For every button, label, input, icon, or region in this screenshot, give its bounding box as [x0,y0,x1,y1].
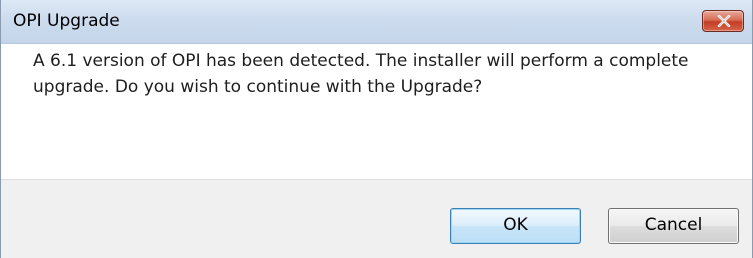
close-x-icon [717,15,731,27]
message-line-1: A 6.1 version of OPI has been detected. … [33,51,689,71]
button-bar: OK Cancel [1,179,752,258]
dialog-window: OPI Upgrade A 6.1 version of OPI has bee… [0,0,753,258]
window-title: OPI Upgrade [13,11,120,31]
cancel-button[interactable]: Cancel [608,208,739,244]
title-bar[interactable]: OPI Upgrade [1,0,752,44]
message-line-2: upgrade. Do you wish to continue with th… [33,77,483,97]
dialog-message: A 6.1 version of OPI has been detected. … [33,48,723,100]
close-button[interactable] [702,10,744,32]
ok-button[interactable]: OK [450,208,581,244]
